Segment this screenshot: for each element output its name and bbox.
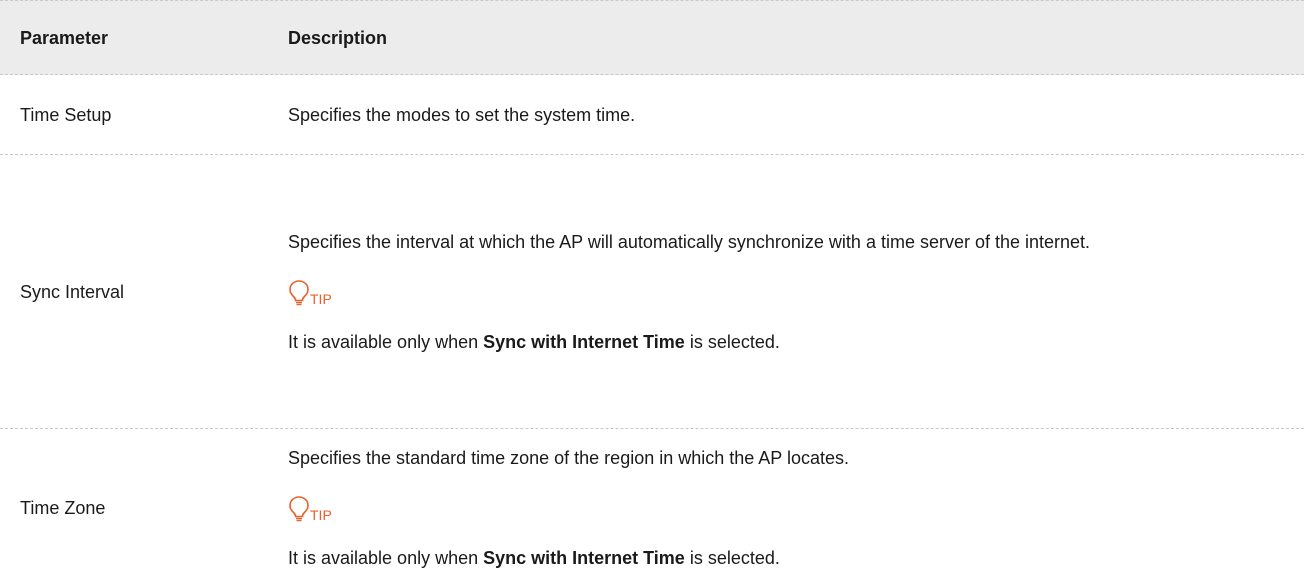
tip-marker: TIP — [288, 277, 1274, 307]
table-row: Time Zone Specifies the standard time zo… — [0, 429, 1304, 587]
description-text: Specifies the standard time zone of the … — [288, 448, 850, 468]
tip-text: It is available only when Sync with Inte… — [288, 327, 1274, 357]
parameter-name: Time Zone — [20, 498, 106, 518]
tip-text-pre: It is available only when — [288, 331, 484, 352]
tip-text: It is available only when Sync with Inte… — [288, 543, 1274, 573]
parameter-description: Specifies the standard time zone of the … — [288, 443, 1304, 573]
tip-text-bold: Sync with Internet Time — [483, 548, 685, 568]
parameter-description: Specifies the interval at which the AP w… — [288, 227, 1304, 357]
table-row: Sync Interval Specifies the interval at … — [0, 155, 1304, 429]
parameter-name: Sync Interval — [20, 281, 125, 302]
lightbulb-icon — [289, 496, 309, 522]
lightbulb-icon — [289, 279, 309, 305]
parameter-name: Time Setup — [20, 104, 112, 125]
parameter-description: Specifies the modes to set the system ti… — [288, 100, 1304, 130]
tip-text-post: is selected. — [684, 331, 780, 352]
tip-text-post: is selected. — [684, 548, 780, 568]
tip-marker: TIP — [288, 493, 1274, 523]
table-header-row: Parameter Description — [0, 0, 1304, 75]
parameter-table: Parameter Description Time Setup Specifi… — [0, 0, 1304, 587]
tip-label: TIP — [310, 507, 332, 523]
description-text: Specifies the interval at which the AP w… — [288, 231, 1091, 252]
table-row: Time Setup Specifies the modes to set th… — [0, 75, 1304, 155]
tip-label: TIP — [310, 290, 332, 307]
description-text: Specifies the modes to set the system ti… — [288, 104, 636, 125]
header-description: Description — [288, 27, 388, 48]
tip-text-bold: Sync with Internet Time — [483, 331, 685, 352]
tip-text-pre: It is available only when — [288, 548, 484, 568]
header-parameter: Parameter — [20, 27, 109, 48]
